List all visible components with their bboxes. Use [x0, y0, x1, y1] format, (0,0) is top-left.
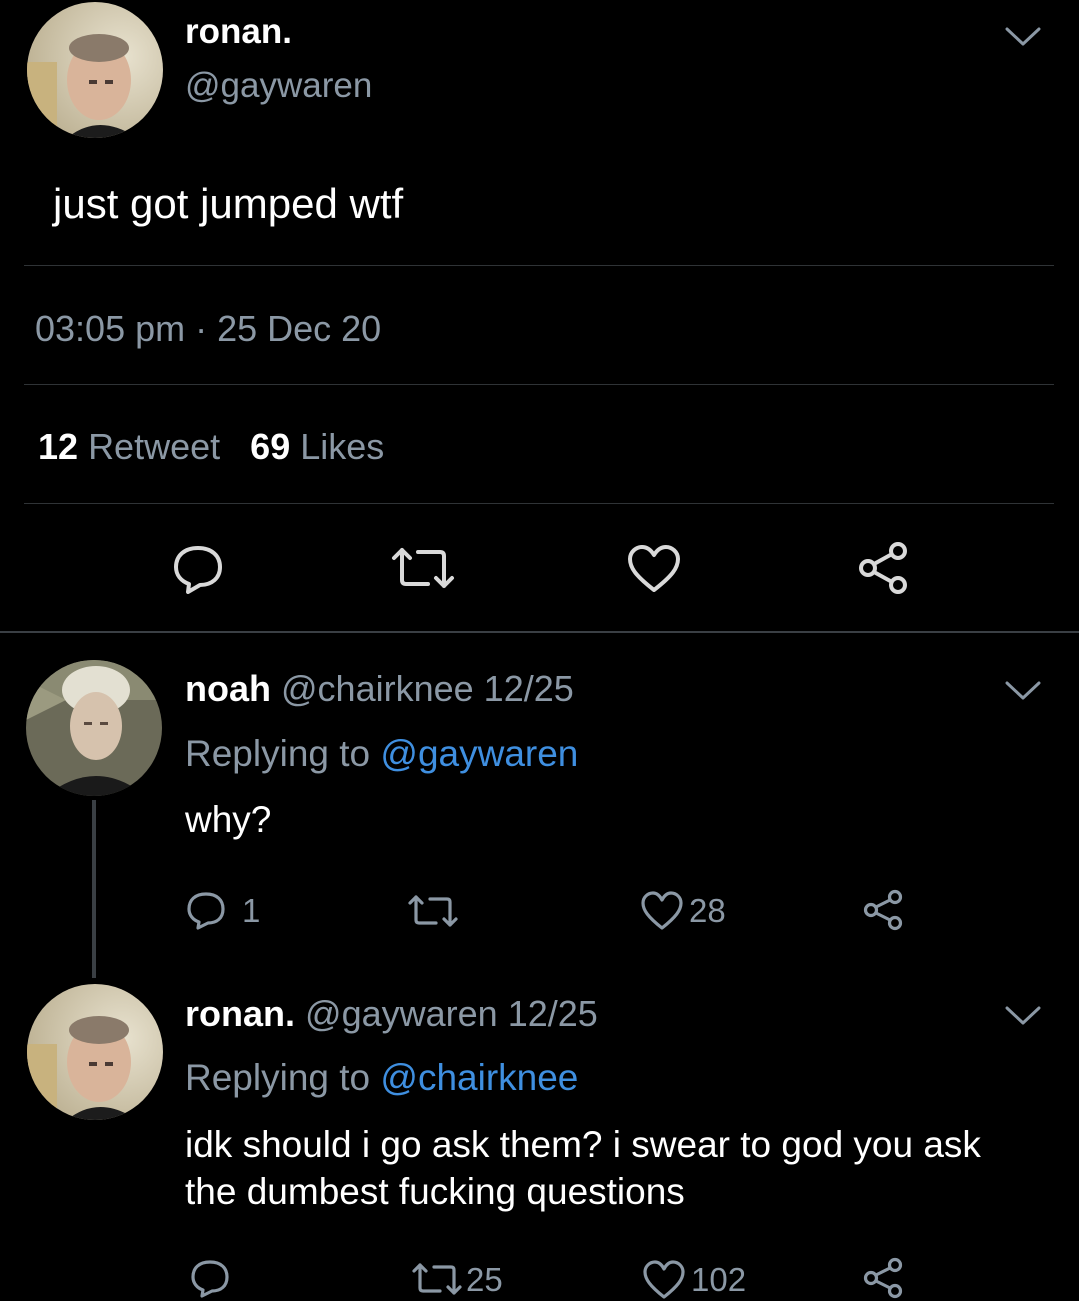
- like-label[interactable]: Likes: [300, 426, 384, 467]
- share-icon[interactable]: [862, 888, 906, 932]
- chevron-down-icon[interactable]: [1004, 1005, 1042, 1027]
- display-name[interactable]: ronan.: [185, 993, 295, 1034]
- display-name[interactable]: ronan.: [185, 12, 292, 52]
- like-icon[interactable]: [640, 891, 684, 931]
- tweet-date[interactable]: 12/25: [484, 668, 574, 709]
- mention-link[interactable]: @gaywaren: [380, 733, 578, 774]
- retweet-icon[interactable]: [406, 894, 460, 928]
- tweet-text: idk should i go ask them? i swear to god…: [185, 1121, 981, 1215]
- divider: [24, 503, 1054, 504]
- reply-count[interactable]: 1: [242, 892, 260, 930]
- share-icon[interactable]: [862, 1256, 906, 1300]
- avatar[interactable]: [26, 660, 162, 796]
- like-count[interactable]: 28: [689, 892, 726, 930]
- tweet-text-line: the dumbest fucking questions: [185, 1171, 685, 1212]
- reply-icon[interactable]: [172, 542, 224, 594]
- divider: [0, 631, 1079, 633]
- handle[interactable]: @chairknee: [281, 668, 474, 709]
- tweet-text: just got jumped wtf: [53, 180, 404, 227]
- timestamp[interactable]: 03:05 pm · 25 Dec 20: [35, 308, 381, 350]
- display-name[interactable]: noah: [185, 668, 271, 709]
- reply-icon[interactable]: [190, 1258, 230, 1298]
- chevron-down-icon[interactable]: [1004, 680, 1042, 702]
- engagement-stats: 12 Retweet 69 Likes: [38, 426, 384, 468]
- avatar[interactable]: [27, 984, 163, 1120]
- retweet-count[interactable]: 25: [466, 1261, 503, 1299]
- divider: [24, 384, 1054, 385]
- tweet-date[interactable]: 12/25: [508, 993, 598, 1034]
- retweet-label[interactable]: Retweet: [88, 426, 220, 467]
- like-icon[interactable]: [626, 544, 682, 594]
- replying-to: Replying to @gaywaren: [185, 733, 578, 775]
- reply-icon[interactable]: [186, 890, 226, 930]
- tweet-text: why?: [185, 799, 272, 840]
- retweet-count[interactable]: 12: [38, 426, 78, 467]
- handle[interactable]: @gaywaren: [185, 66, 372, 106]
- replying-to: Replying to @chairknee: [185, 1057, 578, 1099]
- reply-header: ronan. @gaywaren 12/25: [185, 993, 598, 1035]
- like-count[interactable]: 69: [250, 426, 290, 467]
- avatar[interactable]: [27, 2, 163, 138]
- tweet-text-line: idk should i go ask them? i swear to god…: [185, 1124, 981, 1165]
- like-icon[interactable]: [642, 1260, 686, 1300]
- reply-header: noah @chairknee 12/25: [185, 668, 574, 710]
- chevron-down-icon[interactable]: [1004, 26, 1042, 48]
- divider: [24, 265, 1054, 266]
- mention-link[interactable]: @chairknee: [380, 1057, 578, 1098]
- retweet-icon[interactable]: [388, 546, 458, 590]
- retweet-icon[interactable]: [410, 1262, 464, 1296]
- replying-prefix: Replying to: [185, 733, 371, 774]
- share-icon[interactable]: [856, 540, 912, 596]
- handle[interactable]: @gaywaren: [305, 993, 498, 1034]
- replying-prefix: Replying to: [185, 1057, 371, 1098]
- thread-line: [92, 800, 96, 978]
- like-count[interactable]: 102: [691, 1261, 746, 1299]
